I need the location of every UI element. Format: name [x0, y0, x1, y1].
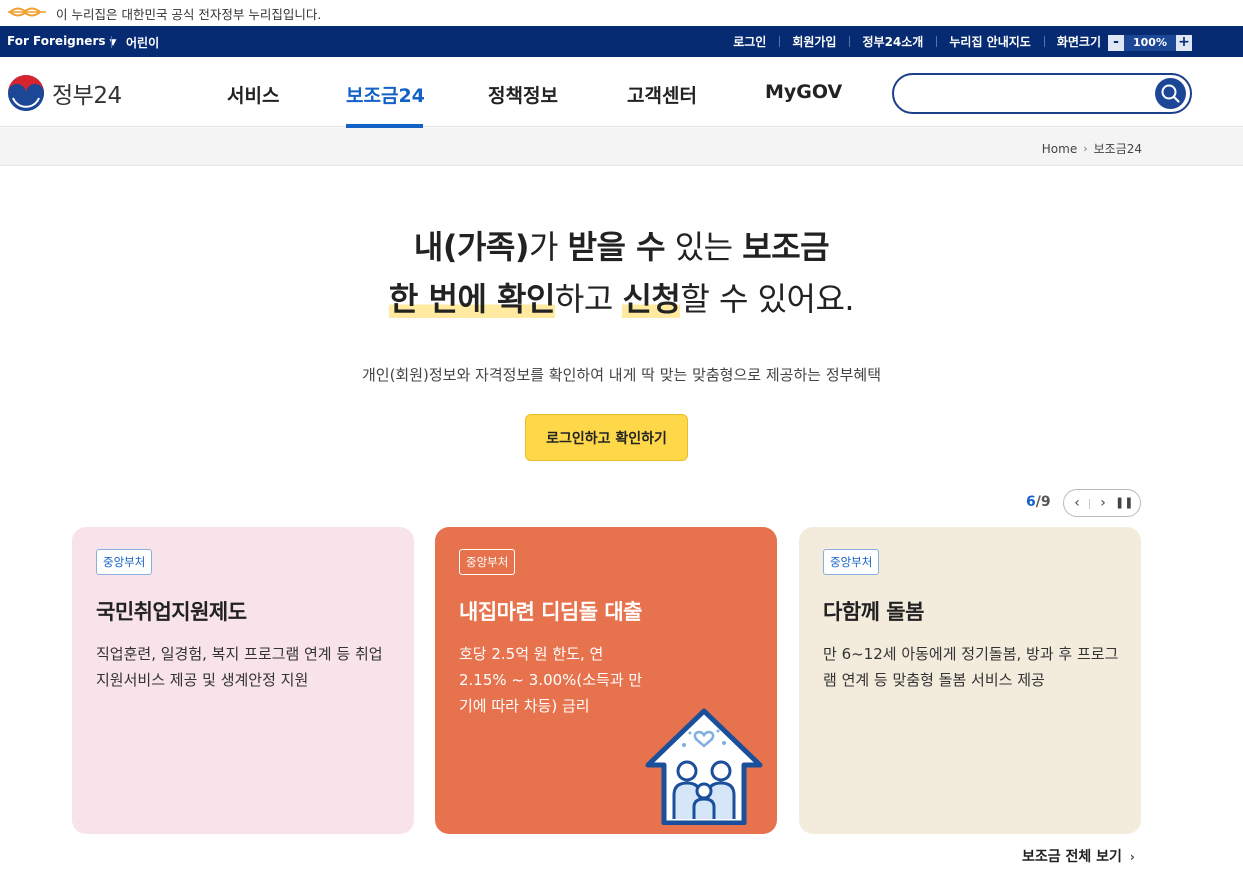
- search-box: [892, 73, 1192, 114]
- chevron-right-icon: ›: [1129, 850, 1135, 864]
- nav-policy-info[interactable]: 정책정보: [488, 81, 558, 108]
- card-description: 호당 2.5억 원 한도, 연 2.15% ~ 3.00%(소득과 만기에 따라…: [459, 645, 643, 715]
- hero-l1-d: 있는: [665, 228, 743, 266]
- card-description: 만 6~12세 아동에게 정기돌봄, 방과 후 프로그램 연계 등 맞춤형 돌봄…: [823, 645, 1119, 689]
- search-input[interactable]: [908, 82, 1148, 106]
- hero-l1-c: 받을 수: [567, 228, 666, 266]
- category-badge: 중앙부처: [823, 549, 880, 575]
- hero-title-line2: 한 번에 확인하고 신청할 수 있어요.: [0, 274, 1243, 320]
- hero-l2-b: 하고: [554, 280, 623, 318]
- carousel-current: 6: [1026, 494, 1036, 510]
- official-notice-bar: 이 누리집은 대한민국 공식 전자정부 누리집입니다.: [0, 0, 1243, 26]
- for-foreigners-dropdown[interactable]: For Foreigners ▼: [7, 34, 116, 48]
- pause-icon[interactable]: ❚❚: [1115, 494, 1133, 512]
- logo-text: 정부24: [52, 83, 122, 109]
- login-check-button[interactable]: 로그인하고 확인하기: [525, 414, 688, 461]
- hero-subtitle: 개인(회원)정보와 자격정보를 확인하여 내게 딱 맞는 맞춤형으로 제공하는 …: [361, 366, 882, 384]
- hero-l2-a: 한 번에 확인: [388, 280, 555, 318]
- hero-l2-d: 할 수 있어요.: [680, 280, 855, 318]
- card-description: 직업훈련, 일경험, 복지 프로그램 연계 등 취업지원서비스 제공 및 생계안…: [96, 645, 383, 689]
- zoom-in-button[interactable]: +: [1176, 35, 1192, 51]
- category-badge: 중앙부처: [459, 549, 516, 575]
- hero-l1-a: 내(가족): [413, 228, 530, 266]
- gov24-logo[interactable]: 정부24: [7, 74, 122, 112]
- utility-bar: For Foreigners ▼ 어린이 로그인 회원가입 정부24소개 누리집 …: [0, 26, 1243, 57]
- nav-customer-center[interactable]: 고객센터: [627, 81, 697, 108]
- card-title: 국민취업지원제도: [96, 600, 247, 624]
- subsidy-card[interactable]: 중앙부처 국민취업지원제도 직업훈련, 일경험, 복지 프로그램 연계 등 취업…: [72, 527, 414, 834]
- carousel-controls: ‹ › ❚❚: [1063, 489, 1141, 517]
- card-title: 내집마련 디딤돌 대출: [459, 600, 643, 624]
- carousel-total: 9: [1040, 494, 1051, 510]
- subsidy-card[interactable]: 중앙부처 다함께 돌봄 만 6~12세 아동에게 정기돌봄, 방과 후 프로그램…: [799, 527, 1141, 834]
- subsidy-card[interactable]: 중앙부처 내집마련 디딤돌 대출 호당 2.5억 원 한도, 연 2.15% ~…: [435, 527, 777, 834]
- zoom-value: 100%: [1124, 35, 1176, 51]
- nav-mygov[interactable]: MyGOV: [765, 81, 842, 103]
- nav-subsidy24[interactable]: 보조금24: [346, 81, 425, 108]
- search-button[interactable]: [1155, 78, 1186, 109]
- hero-l1-b: 가: [528, 228, 568, 266]
- breadcrumb-current: 보조금24: [1093, 142, 1142, 156]
- screen-size-label: 화면크기: [1043, 33, 1114, 50]
- for-foreigners-label: For Foreigners: [7, 34, 106, 48]
- hero-l2-c: 신청: [622, 280, 681, 318]
- signup-link[interactable]: 회원가입: [779, 33, 849, 50]
- chevron-right-icon[interactable]: ›: [1094, 494, 1112, 512]
- about-link[interactable]: 정부24소개: [849, 33, 936, 50]
- login-link[interactable]: 로그인: [720, 33, 779, 50]
- hero-l1-e: 보조금: [742, 228, 830, 266]
- breadcrumb-bar: Home › 보조금24: [0, 128, 1243, 166]
- breadcrumb: Home › 보조금24: [1042, 140, 1142, 157]
- breadcrumb-home[interactable]: Home: [1042, 142, 1077, 156]
- kids-link[interactable]: 어린이: [126, 34, 159, 51]
- nav-service[interactable]: 서비스: [227, 81, 279, 108]
- zoom-control: - 100% +: [1108, 35, 1192, 51]
- hero-title-line1: 내(가족)가 받을 수 있는 보조금: [0, 222, 1243, 268]
- divider: [1089, 499, 1090, 509]
- chevron-right-icon: ›: [1083, 142, 1088, 155]
- search-icon: [1161, 84, 1180, 103]
- card-title: 다함께 돌봄: [823, 600, 924, 624]
- sitemap-link[interactable]: 누리집 안내지도: [936, 33, 1043, 50]
- eg-logo-icon: [8, 7, 46, 17]
- zoom-out-button[interactable]: -: [1108, 35, 1124, 51]
- taegeuk-logo-icon: [8, 75, 44, 111]
- view-all-subsidies-link[interactable]: 보조금 전체 보기 ›: [1022, 846, 1135, 866]
- category-badge: 중앙부처: [96, 549, 153, 575]
- view-all-label: 보조금 전체 보기: [1022, 849, 1122, 865]
- carousel-pager: 6/9: [1026, 494, 1051, 510]
- chevron-left-icon[interactable]: ‹: [1068, 494, 1086, 512]
- divider: [111, 36, 112, 48]
- utility-links: 로그인 회원가입 정부24소개 누리집 안내지도 화면크기: [720, 26, 1114, 57]
- house-family-icon: [645, 708, 763, 825]
- site-header: 정부24 서비스 보조금24 정책정보 고객센터 MyGOV: [0, 57, 1243, 128]
- notice-text: 이 누리집은 대한민국 공식 전자정부 누리집입니다.: [56, 7, 322, 22]
